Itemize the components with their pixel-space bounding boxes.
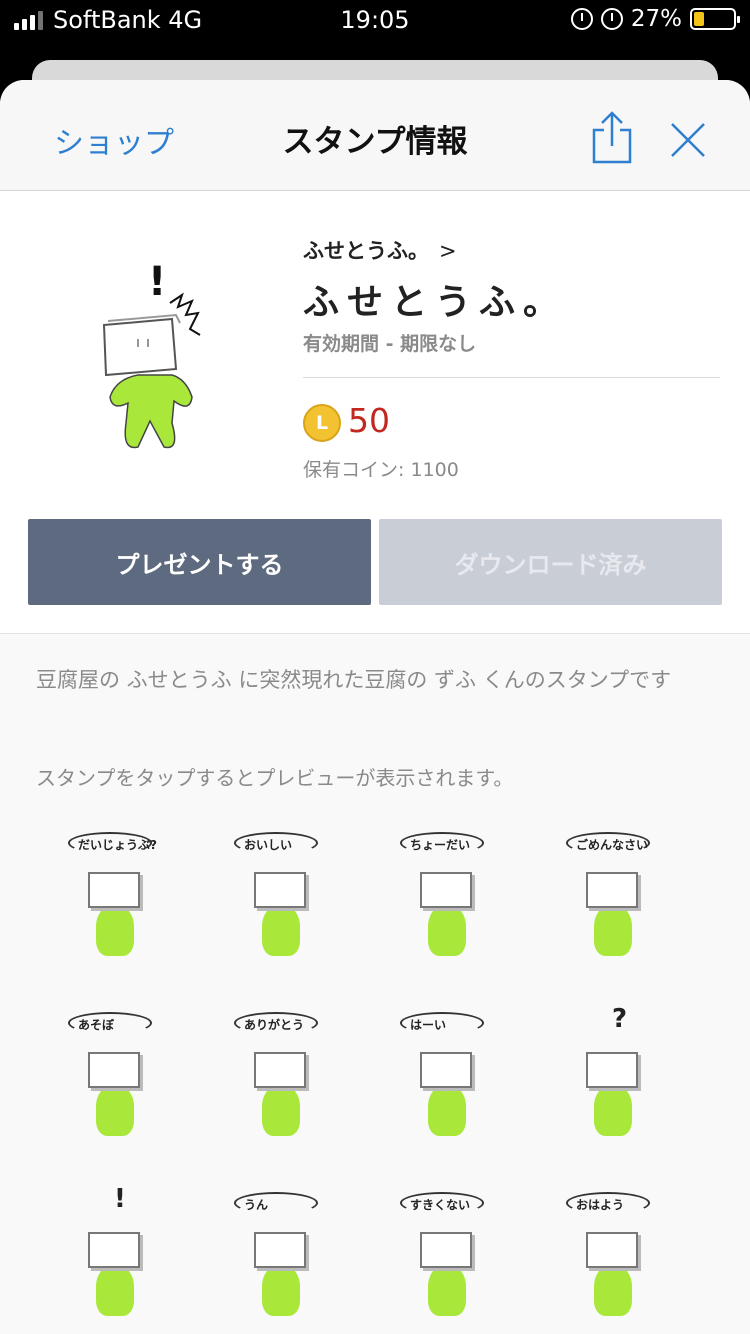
description-area: 豆腐屋の ふせとうふ に突然現れた豆腐の ずふ くんのスタンプです スタンプをタ… <box>0 634 750 1334</box>
sticker-body <box>96 1086 134 1136</box>
sticker-item[interactable]: ちょーだい <box>368 824 538 1004</box>
sticker-caption: ! <box>114 1184 126 1214</box>
tofu-head <box>88 872 140 908</box>
sticker-caption: うん <box>244 1198 269 1212</box>
sticker-body <box>428 906 466 956</box>
status-icons: 27% <box>570 6 740 32</box>
close-icon[interactable] <box>668 120 708 160</box>
battery-fill <box>694 12 705 26</box>
pack-description: 豆腐屋の ふせとうふ に突然現れた豆腐の ずふ くんのスタンプです <box>36 668 672 692</box>
battery-percent: 27% <box>630 6 682 32</box>
sticker-item[interactable]: だいじょうぶ? <box>36 824 206 1004</box>
rotation-lock-icon <box>600 8 623 30</box>
sticker-caption: ちょーだい <box>410 838 471 852</box>
downloaded-button: ダウンロード済み <box>379 519 722 605</box>
line-coin-icon: L <box>303 404 341 442</box>
sticker-body <box>96 1266 134 1316</box>
validity-period: 有効期間 - 期限なし <box>303 333 477 355</box>
action-buttons: プレゼントする ダウンロード済み <box>0 516 750 634</box>
sticker-body <box>594 1086 632 1136</box>
sticker-body <box>262 1086 300 1136</box>
sticker-caption: すきくない <box>410 1198 471 1212</box>
sticker-caption: おはよう <box>576 1198 625 1212</box>
sticker-item[interactable]: おはよう <box>534 1184 704 1334</box>
sticker-caption: おいしい <box>244 838 293 852</box>
tofu-head <box>586 1232 638 1268</box>
sticker-item[interactable]: ありがとう <box>202 1004 372 1184</box>
sticker-item[interactable]: はーい <box>368 1004 538 1184</box>
alarm-icon <box>570 8 593 30</box>
sticker-item[interactable]: おいしい <box>202 824 372 1004</box>
sticker-caption: ありがとう <box>244 1018 305 1032</box>
sticker-body <box>262 906 300 956</box>
sticker-body <box>428 1086 466 1136</box>
tofu-head <box>420 1232 472 1268</box>
author-link[interactable]: ふせとうふ。 > <box>303 235 457 265</box>
sticker-item[interactable]: ! <box>36 1184 206 1334</box>
status-bar: SoftBank 4G 19:05 27% <box>0 0 750 40</box>
sticker-body <box>594 1266 632 1316</box>
sticker-item[interactable]: すきくない <box>368 1184 538 1334</box>
tofu-head <box>420 1052 472 1088</box>
tofu-head <box>420 872 472 908</box>
navigation-bar: ショップ スタンプ情報 <box>0 80 750 191</box>
sticker-item[interactable]: ごめんなさい <box>534 824 704 1004</box>
main-sticker-image: ! <box>102 259 201 449</box>
price: 50 <box>348 401 390 440</box>
sticker-body <box>428 1266 466 1316</box>
sticker-caption: ごめんなさい <box>576 838 649 852</box>
sticker-body <box>594 906 632 956</box>
sticker-item[interactable]: うん <box>202 1184 372 1334</box>
share-icon[interactable] <box>590 110 634 164</box>
tofu-head <box>586 1052 638 1088</box>
sticker-caption: ? <box>612 1004 628 1034</box>
page-title: スタンプ情報 <box>282 124 468 160</box>
tofu-head <box>586 872 638 908</box>
author-name: ふせとうふ。 <box>303 239 429 263</box>
sticker-body <box>96 906 134 956</box>
tofu-head <box>88 1052 140 1088</box>
held-coins: 保有コイン: 1100 <box>303 459 459 481</box>
sticker-body <box>262 1266 300 1316</box>
tofu-head <box>254 872 306 908</box>
pack-info: ! ふせとうふ。 > ふせとうふ。 有効期間 - 期限なし L 50 保有コイン:… <box>0 191 750 516</box>
chevron-right-icon: > <box>439 239 457 263</box>
svg-text:!: ! <box>148 259 166 305</box>
gift-button[interactable]: プレゼントする <box>28 519 371 605</box>
sticker-item[interactable]: あそぼ <box>36 1004 206 1184</box>
tofu-head <box>88 1232 140 1268</box>
pack-title: ふせとうふ。 <box>303 282 568 323</box>
sticker-item[interactable]: ? <box>534 1004 704 1184</box>
preview-hint: スタンプをタップするとプレビューが表示されます。 <box>36 766 514 790</box>
tofu-head <box>254 1052 306 1088</box>
sticker-caption: はーい <box>410 1018 447 1032</box>
sticker-caption: だいじょうぶ? <box>78 838 157 852</box>
sticker-caption: あそぼ <box>78 1018 115 1032</box>
divider <box>303 377 720 378</box>
sticker-info-sheet: ショップ スタンプ情報 ! ふせとうふ。 > ふせとうふ。 有効期間 - 期限なし… <box>0 80 750 1334</box>
battery-icon <box>690 8 740 30</box>
tofu-head <box>254 1232 306 1268</box>
